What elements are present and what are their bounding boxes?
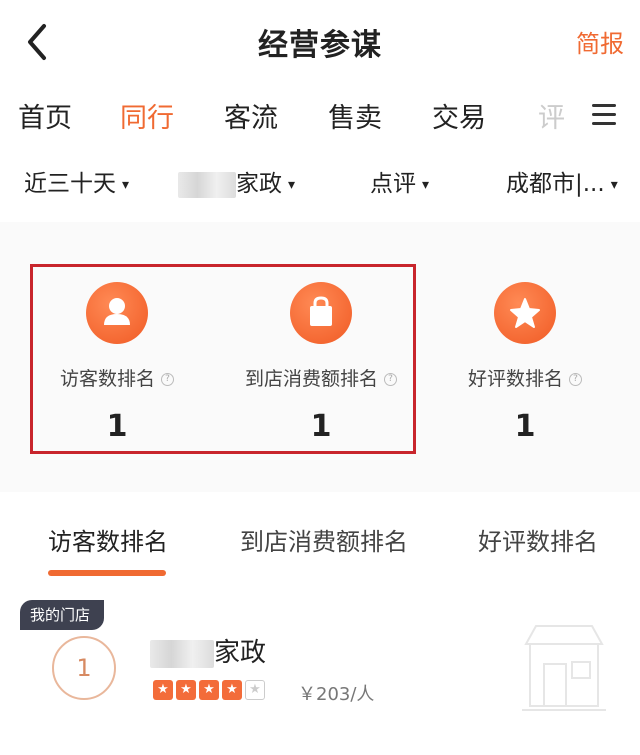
caret-down-icon: ▾ bbox=[288, 176, 296, 193]
brief-report-link[interactable]: 简报 bbox=[576, 24, 624, 59]
active-tab-indicator bbox=[48, 570, 166, 576]
rank-number: 1 bbox=[52, 636, 116, 700]
stat-label: 好评数排名 bbox=[467, 368, 563, 390]
category-filter[interactable]: 家政 ▾ bbox=[178, 164, 295, 198]
menu-button[interactable] bbox=[590, 100, 620, 130]
help-icon[interactable]: ? bbox=[569, 373, 582, 386]
top-panel: 经营参谋 简报 首页 同行 客流 售卖 交易 评 近三十天 ▾ 家政 ▾ 点评 ▾ 成… bbox=[0, 0, 640, 222]
tab-traffic[interactable]: 客流 bbox=[224, 96, 278, 135]
tab-peers[interactable]: 同行 bbox=[120, 96, 174, 135]
stat-label: 到店消费额排名 bbox=[244, 368, 378, 390]
tab-spending-rank[interactable]: 到店消费额排名 bbox=[240, 522, 408, 557]
ranking-summary: 访客数排名? 1 到店消费额排名? 1 好评数排名? 1 bbox=[0, 222, 640, 492]
stat-value: 1 bbox=[514, 409, 536, 444]
category-filter-label: 家政 bbox=[236, 171, 282, 197]
caret-down-icon: ▾ bbox=[122, 176, 130, 193]
blurred-region bbox=[178, 171, 236, 198]
section-tabs: 首页 同行 客流 售卖 交易 评 bbox=[0, 96, 640, 142]
page-title: 经营参谋 bbox=[258, 28, 382, 63]
tab-visitor-rank[interactable]: 访客数排名 bbox=[48, 522, 168, 557]
star-filled-icon: ★ bbox=[153, 680, 173, 700]
platform-filter[interactable]: 点评 ▾ bbox=[370, 164, 429, 198]
star-filled-icon: ★ bbox=[222, 680, 242, 700]
ranking-tabs: 访客数排名 到店消费额排名 好评数排名 bbox=[0, 492, 640, 592]
ranking-list: 我的门店 1 家政 ★ ★ ★ ★ ★ ￥203/人 bbox=[0, 592, 640, 755]
stat-label: 访客数排名 bbox=[59, 368, 155, 390]
user-icon bbox=[86, 282, 148, 344]
storefront-icon bbox=[522, 625, 606, 711]
my-store-badge: 我的门店 bbox=[20, 600, 105, 630]
period-filter[interactable]: 近三十天 ▾ bbox=[24, 164, 129, 198]
period-filter-label: 近三十天 bbox=[24, 171, 116, 197]
tab-trade[interactable]: 交易 bbox=[432, 96, 486, 135]
star-empty-icon: ★ bbox=[245, 680, 265, 700]
visitor-rank-stat[interactable]: 访客数排名? 1 bbox=[17, 282, 217, 444]
tab-home[interactable]: 首页 bbox=[18, 96, 72, 135]
city-filter-label: 成都市|... bbox=[506, 171, 605, 197]
tab-sales[interactable]: 售卖 bbox=[328, 96, 382, 135]
store-name-label: 家政 bbox=[214, 638, 267, 668]
city-filter[interactable]: 成都市|... ▾ bbox=[506, 164, 618, 198]
star-icon bbox=[494, 282, 556, 344]
star-filled-icon: ★ bbox=[199, 680, 219, 700]
rating-stars: ★ ★ ★ ★ ★ bbox=[153, 680, 268, 702]
star-filled-icon: ★ bbox=[176, 680, 196, 700]
spending-rank-stat[interactable]: 到店消费额排名? 1 bbox=[221, 282, 421, 444]
platform-filter-label: 点评 bbox=[370, 171, 416, 197]
help-icon[interactable]: ? bbox=[384, 373, 397, 386]
caret-down-icon: ▾ bbox=[422, 176, 430, 193]
filter-bar: 近三十天 ▾ 家政 ▾ 点评 ▾ 成都市|... ▾ bbox=[0, 164, 640, 204]
caret-down-icon: ▾ bbox=[610, 176, 618, 193]
stat-value: 1 bbox=[106, 409, 128, 444]
tab-review-rank[interactable]: 好评数排名 bbox=[478, 522, 598, 557]
bag-icon bbox=[290, 282, 352, 344]
stat-value: 1 bbox=[310, 409, 332, 444]
price-per-person: ￥203/人 bbox=[298, 684, 375, 705]
tab-reviews[interactable]: 评 bbox=[538, 96, 565, 135]
store-name[interactable]: 家政 bbox=[150, 632, 266, 669]
review-rank-stat[interactable]: 好评数排名? 1 bbox=[425, 282, 625, 444]
blurred-region bbox=[150, 639, 214, 668]
help-icon[interactable]: ? bbox=[161, 373, 174, 386]
